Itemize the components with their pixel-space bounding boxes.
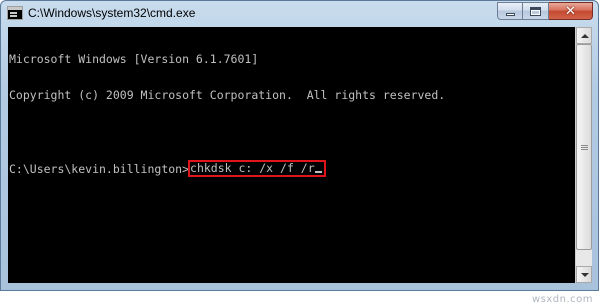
scrollbar-thumb[interactable] (576, 44, 592, 250)
close-icon: ✕ (565, 4, 576, 19)
watermark: wsxdn.com (531, 294, 593, 305)
text-cursor (314, 171, 322, 173)
version-line: Microsoft Windows [Version 6.1.7601] (9, 52, 259, 66)
vertical-scrollbar[interactable] (575, 27, 592, 283)
minimize-icon (506, 13, 515, 16)
scroll-down-arrow-icon[interactable] (576, 266, 592, 283)
command-line: C:\Users\kevin.billington>chkdsk c: /x /… (9, 160, 445, 177)
scroll-up-arrow-icon[interactable] (576, 27, 592, 44)
command-highlight: chkdsk c: /x /f /r (188, 160, 326, 177)
console-output[interactable]: Microsoft Windows [Version 6.1.7601] Cop… (8, 27, 575, 283)
grip-icon (581, 145, 588, 146)
title-bar[interactable]: C:\Windows\system32\cmd.exe ✕ (1, 1, 598, 27)
prompt-text: C:\Users\kevin.billington> (9, 162, 190, 176)
cmd-window: C:\Windows\system32\cmd.exe ✕ Microsoft … (0, 0, 599, 291)
close-button[interactable]: ✕ (549, 2, 593, 20)
window-title: C:\Windows\system32\cmd.exe (28, 6, 196, 20)
maximize-icon (530, 7, 541, 16)
console-text: Microsoft Windows [Version 6.1.7601] Cop… (9, 29, 445, 197)
window-controls: ✕ (497, 2, 593, 21)
console-icon[interactable] (7, 6, 23, 20)
copyright-line: Copyright (c) 2009 Microsoft Corporation… (9, 88, 446, 102)
minimize-button[interactable] (497, 2, 523, 20)
maximize-button[interactable] (523, 2, 549, 20)
command-text: chkdsk c: /x /f /r (190, 161, 315, 175)
